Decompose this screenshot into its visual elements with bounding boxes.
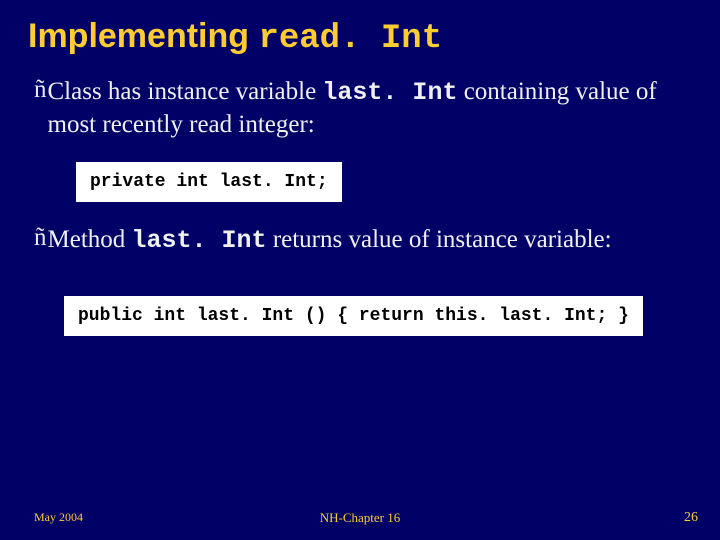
code-block: public int last. Int () { return this. l…	[64, 296, 643, 336]
slide-title: Implementing read. Int	[28, 18, 692, 58]
bullet-text: Method last. Int returns value of instan…	[48, 224, 693, 256]
footer-date: May 2004	[34, 510, 83, 525]
bullet-arrow-icon: ñ	[34, 76, 47, 104]
slide: Implementing read. Int ñ Class has insta…	[0, 0, 720, 540]
bullet-code: last. Int	[322, 78, 457, 107]
bullet-item: ñ Class has instance variable last. Int …	[34, 76, 692, 140]
bullet-code: last. Int	[132, 226, 267, 255]
bullet-arrow-icon: ñ	[34, 224, 47, 252]
bullet-pre: Class has instance variable	[48, 78, 323, 105]
title-prefix: Implementing	[28, 17, 258, 55]
bullet-post: returns value of instance variable:	[267, 226, 612, 253]
bullet-pre: Method	[48, 226, 132, 253]
footer-chapter: NH-Chapter 16	[320, 510, 401, 526]
spacer	[28, 270, 692, 288]
code-text: private int last. Int;	[90, 172, 328, 192]
bullet-item: ñ Method last. Int returns value of inst…	[34, 224, 692, 256]
title-code: read. Int	[258, 20, 442, 58]
bullet-text: Class has instance variable last. Int co…	[48, 76, 693, 140]
code-text: public int last. Int () { return this. l…	[78, 306, 629, 326]
code-block: private int last. Int;	[76, 162, 342, 202]
slide-footer: May 2004 NH-Chapter 16 26	[0, 510, 720, 526]
footer-page-number: 26	[684, 510, 698, 526]
